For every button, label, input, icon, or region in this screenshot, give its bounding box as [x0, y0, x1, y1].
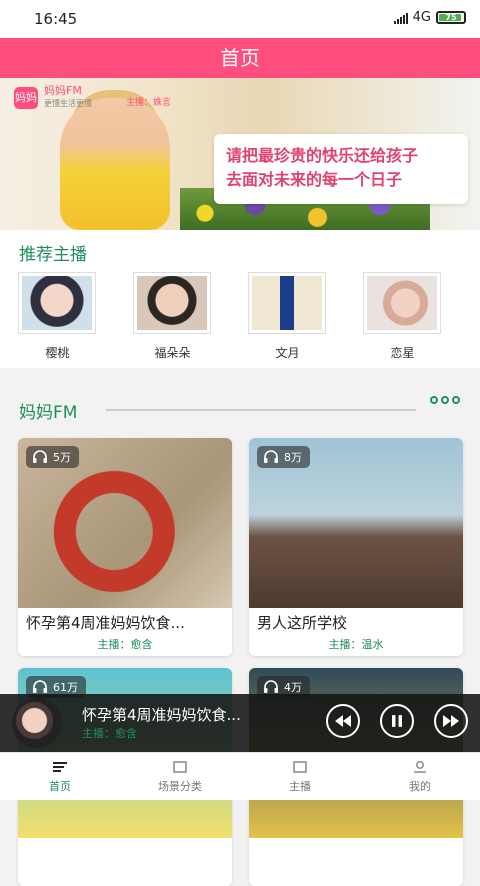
signal-icon — [393, 12, 408, 24]
battery-level: 75 — [445, 13, 457, 22]
headphones-icon — [33, 680, 47, 693]
mama-fm-section: 妈妈FM 5万 怀孕第4周准妈妈饮食... 主播：愈含 8万 男人这所学校 主播… — [0, 376, 480, 886]
fm-card[interactable]: 5万 怀孕第4周准妈妈饮食... 主播：愈含 — [18, 438, 232, 656]
home-icon — [53, 762, 67, 772]
tab-label: 我的 — [409, 780, 431, 793]
tab-profile[interactable]: 我的 — [360, 753, 480, 800]
tab-category[interactable]: 场景分类 — [120, 753, 240, 800]
promo-banner[interactable]: 妈妈 妈妈FM 更懂生活更懂 主播：姝言 请把最珍贵的快乐还给孩子 去面对未来的… — [0, 78, 480, 230]
status-icons: 4G 75 — [393, 10, 466, 25]
player-host: 主播：愈含 — [82, 727, 137, 740]
rewind-button[interactable] — [326, 704, 360, 738]
avatar — [132, 272, 211, 334]
tab-label: 场景分类 — [158, 780, 202, 793]
anchor-item[interactable]: 福朵朵 — [115, 272, 230, 361]
fm-card-host: 主播：愈含 — [97, 638, 153, 651]
anchor-name: 福朵朵 — [154, 346, 191, 360]
play-count-badge: 8万 — [257, 446, 310, 468]
play-count: 8万 — [284, 451, 302, 464]
tab-anchor[interactable]: 主播 — [240, 753, 360, 800]
pause-button[interactable] — [380, 704, 414, 738]
fast-forward-button[interactable] — [434, 704, 468, 738]
anchor-name: 文月 — [275, 346, 300, 360]
headphones-icon — [33, 450, 47, 463]
anchor-list: 樱桃 福朵朵 文月 恋星 — [0, 272, 480, 361]
tab-label: 主播 — [289, 780, 311, 793]
headphones-icon — [264, 450, 278, 463]
banner-logo-sub: 更懂生活更懂 — [44, 99, 92, 108]
fm-card-title: 男人这所学校 — [257, 614, 348, 632]
play-count: 5万 — [53, 451, 71, 464]
status-time: 16:45 — [34, 10, 78, 28]
pause-icon — [392, 715, 402, 727]
banner-photo-girl — [60, 98, 170, 230]
fm-card[interactable]: 8万 男人这所学校 主播：温水 — [249, 438, 463, 656]
banner-quote-card: 请把最珍贵的快乐还给孩子 去面对未来的每一个日子 — [214, 134, 468, 204]
banner-logo-text: 妈妈FM — [44, 84, 82, 97]
headphones-icon — [264, 680, 278, 693]
profile-icon — [414, 761, 426, 773]
fm-card-host: 主播：温水 — [328, 638, 384, 651]
page-title: 首页 — [220, 46, 260, 70]
tab-home[interactable]: 首页 — [0, 753, 120, 800]
player-cover — [12, 698, 62, 748]
play-count: 61万 — [53, 681, 78, 694]
fm-card-cover: 5万 — [18, 438, 232, 608]
avatar — [362, 272, 441, 334]
app-bar: 首页 — [0, 38, 480, 78]
banner-line-2: 去面对未来的每一个日子 — [226, 170, 403, 189]
anchor-item[interactable]: 恋星 — [345, 272, 460, 361]
banner-line-1: 请把最珍贵的快乐还给孩子 — [226, 146, 419, 165]
anchor-icon — [293, 761, 307, 773]
more-icon[interactable] — [430, 396, 460, 404]
fm-card-title: 怀孕第4周准妈妈饮食... — [26, 614, 185, 632]
status-bar: 16:45 4G 75 — [0, 0, 480, 38]
section-divider — [106, 409, 416, 411]
anchor-item[interactable]: 文月 — [230, 272, 345, 361]
fm-card-cover: 8万 — [249, 438, 463, 608]
battery-icon: 75 — [436, 11, 466, 24]
fm-section-title: 妈妈FM — [19, 403, 78, 423]
network-label: 4G — [412, 10, 431, 25]
mini-player[interactable]: 怀孕第4周准妈妈饮食... 主播：愈含 — [0, 694, 480, 752]
play-count-badge: 5万 — [26, 446, 79, 468]
avatar — [17, 272, 96, 334]
avatar — [247, 272, 326, 334]
banner-host: 主播：姝言 — [126, 98, 172, 108]
anchor-name: 樱桃 — [45, 346, 70, 360]
rewind-icon — [335, 715, 351, 727]
play-count: 4万 — [284, 681, 302, 694]
anchor-name: 恋星 — [390, 346, 415, 360]
bottom-tab-bar: 首页 场景分类 主播 我的 — [0, 752, 480, 800]
player-title: 怀孕第4周准妈妈饮食... — [82, 706, 241, 724]
banner-logo-icon: 妈妈 — [14, 87, 38, 109]
category-icon — [173, 761, 187, 773]
recommended-title: 推荐主播 — [19, 245, 87, 265]
anchor-item[interactable]: 樱桃 — [0, 272, 115, 361]
fast-forward-icon — [443, 715, 459, 727]
tab-label: 首页 — [49, 780, 71, 793]
recommended-anchors-section: 推荐主播 樱桃 福朵朵 文月 恋星 — [0, 230, 480, 368]
